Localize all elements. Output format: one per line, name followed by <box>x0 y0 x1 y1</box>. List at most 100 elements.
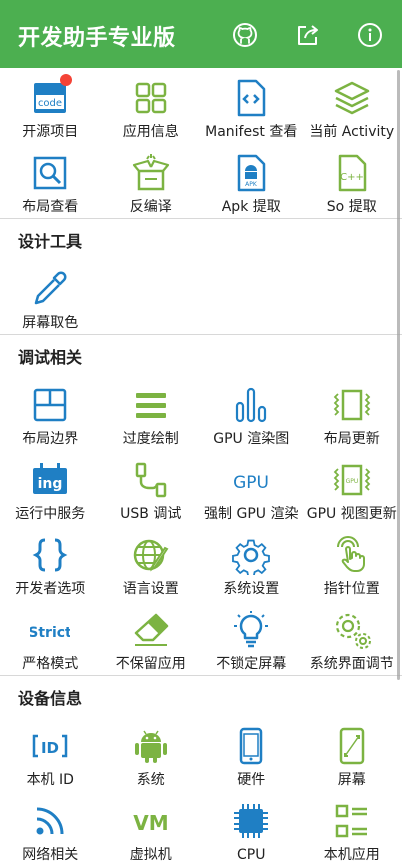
id-icon: ID <box>30 726 70 766</box>
apk-extract-item[interactable]: APK Apk 提取 <box>201 143 302 218</box>
gpu-render-item[interactable]: GPU 渲染图 <box>201 375 302 450</box>
phone-icon <box>231 726 271 766</box>
eraser-icon <box>131 610 171 650</box>
current-activity-item[interactable]: 当前 Activity <box>302 68 402 143</box>
item-label: 过度绘制 <box>123 431 179 448</box>
info-button[interactable] <box>357 22 383 48</box>
item-label: 系统界面调节 <box>310 656 394 673</box>
manifest-item[interactable]: Manifest 查看 <box>201 68 302 143</box>
section-title: 设备信息 <box>0 676 402 716</box>
force-gpu-item[interactable]: GPU 强制 GPU 渲染 <box>201 450 302 525</box>
vm-text-icon: VM <box>131 801 171 841</box>
layout-bounds-item[interactable]: 布局边界 <box>0 375 101 450</box>
network-item[interactable]: 网络相关 <box>0 791 101 866</box>
item-label: 指针位置 <box>324 581 380 598</box>
section-title: 调试相关 <box>0 335 402 375</box>
item-label: 网络相关 <box>22 847 78 864</box>
so-extract-item[interactable]: C++ So 提取 <box>302 143 402 218</box>
pointer-location-item[interactable]: 指针位置 <box>302 525 402 600</box>
layout-view-item[interactable]: 布局查看 <box>0 143 101 218</box>
apk-file-icon: APK <box>231 153 271 193</box>
language-settings-item[interactable]: 语言设置 <box>101 525 202 600</box>
item-label: 系统 <box>137 772 165 789</box>
installed-apps-item[interactable]: 本机应用 <box>302 791 402 866</box>
item-label: 布局查看 <box>22 199 78 216</box>
tap-finger-icon <box>332 535 372 575</box>
layout-update-item[interactable]: 布局更新 <box>302 375 402 450</box>
app-bar: 开发助手专业版 <box>0 0 402 68</box>
item-label: GPU 视图更新 <box>307 506 397 523</box>
dont-keep-activities-item[interactable]: 不保留应用 <box>101 600 202 675</box>
flash-frame-icon <box>332 385 372 425</box>
app-list-icon <box>332 801 372 841</box>
scrollbar[interactable] <box>397 70 400 680</box>
svg-text:GPU: GPU <box>345 478 358 485</box>
item-label: 语言设置 <box>123 581 179 598</box>
overdraw-item[interactable]: 过度绘制 <box>101 375 202 450</box>
item-label: 虚拟机 <box>130 847 172 864</box>
item-label: 开发者选项 <box>15 581 85 598</box>
gear-icon <box>231 535 271 575</box>
cpu-item[interactable]: CPU <box>201 791 302 866</box>
item-label: 反编译 <box>130 199 172 216</box>
strict-mode-item[interactable]: Strict 严格模式 <box>0 600 101 675</box>
bar-chart-icon <box>231 385 271 425</box>
cpp-file-icon: C++ <box>332 153 372 193</box>
item-label: 本机应用 <box>324 847 380 864</box>
item-label: 硬件 <box>237 772 265 789</box>
cpu-chip-icon <box>231 801 271 841</box>
globe-pen-icon <box>131 535 171 575</box>
layout-search-icon <box>30 153 70 193</box>
system-ui-tuner-item[interactable]: 系统界面调节 <box>302 600 402 675</box>
item-label: Apk 提取 <box>222 199 281 216</box>
item-label: 强制 GPU 渲染 <box>204 506 298 523</box>
svg-text:APK: APK <box>245 181 258 188</box>
hardware-item[interactable]: 硬件 <box>201 716 302 791</box>
strict-text-icon: Strict <box>30 610 70 650</box>
item-label: 应用信息 <box>123 124 179 141</box>
device-info-section: 设备信息 ID 本机 ID <box>0 676 402 866</box>
screen-size-icon <box>332 726 372 766</box>
app-info-item[interactable]: 应用信息 <box>101 68 202 143</box>
svg-text:code: code <box>38 98 62 109</box>
item-label: Manifest 查看 <box>205 124 297 141</box>
usb-debug-item[interactable]: USB 调试 <box>101 450 202 525</box>
vm-item[interactable]: VM 虚拟机 <box>101 791 202 866</box>
gpu-view-update-item[interactable]: GPU GPU 视图更新 <box>302 450 402 525</box>
item-label: 不锁定屏幕 <box>216 656 286 673</box>
screen-item[interactable]: 屏幕 <box>302 716 402 791</box>
open-box-icon <box>131 153 171 193</box>
app-title: 开发助手专业版 <box>18 20 176 52</box>
layers-icon <box>332 78 372 118</box>
system-settings-item[interactable]: 系统设置 <box>201 525 302 600</box>
usb-cable-icon <box>131 460 171 500</box>
svg-text:ing: ing <box>38 476 63 492</box>
item-label: 屏幕取色 <box>22 315 78 332</box>
open-source-item[interactable]: code 开源项目 <box>0 68 101 143</box>
item-label: 开源项目 <box>22 124 78 141</box>
item-label: 本机 ID <box>27 772 74 789</box>
stay-awake-item[interactable]: 不锁定屏幕 <box>201 600 302 675</box>
section-title: 设计工具 <box>0 219 402 259</box>
item-label: CPU <box>237 847 265 864</box>
item-label: USB 调试 <box>120 506 181 523</box>
share-button[interactable] <box>295 22 321 48</box>
running-services-item[interactable]: ing 运行中服务 <box>0 450 101 525</box>
color-picker-item[interactable]: 屏幕取色 <box>0 259 101 334</box>
device-id-item[interactable]: ID 本机 ID <box>0 716 101 791</box>
developer-options-item[interactable]: 开发者选项 <box>0 525 101 600</box>
svg-text:ID: ID <box>41 739 59 757</box>
android-icon <box>131 726 171 766</box>
github-button[interactable] <box>232 22 258 48</box>
svg-text:GPU: GPU <box>233 473 269 493</box>
system-item[interactable]: 系统 <box>101 716 202 791</box>
design-tools-section: 设计工具 屏幕取色 <box>0 219 402 334</box>
github-icon <box>232 22 258 48</box>
svg-text:VM: VM <box>133 811 168 835</box>
info-icon <box>357 22 383 48</box>
decompile-item[interactable]: 反编译 <box>101 143 202 218</box>
item-label: GPU 渲染图 <box>213 431 289 448</box>
item-label: 系统设置 <box>223 581 279 598</box>
item-label: So 提取 <box>327 199 377 216</box>
svg-text:C++: C++ <box>340 172 364 183</box>
